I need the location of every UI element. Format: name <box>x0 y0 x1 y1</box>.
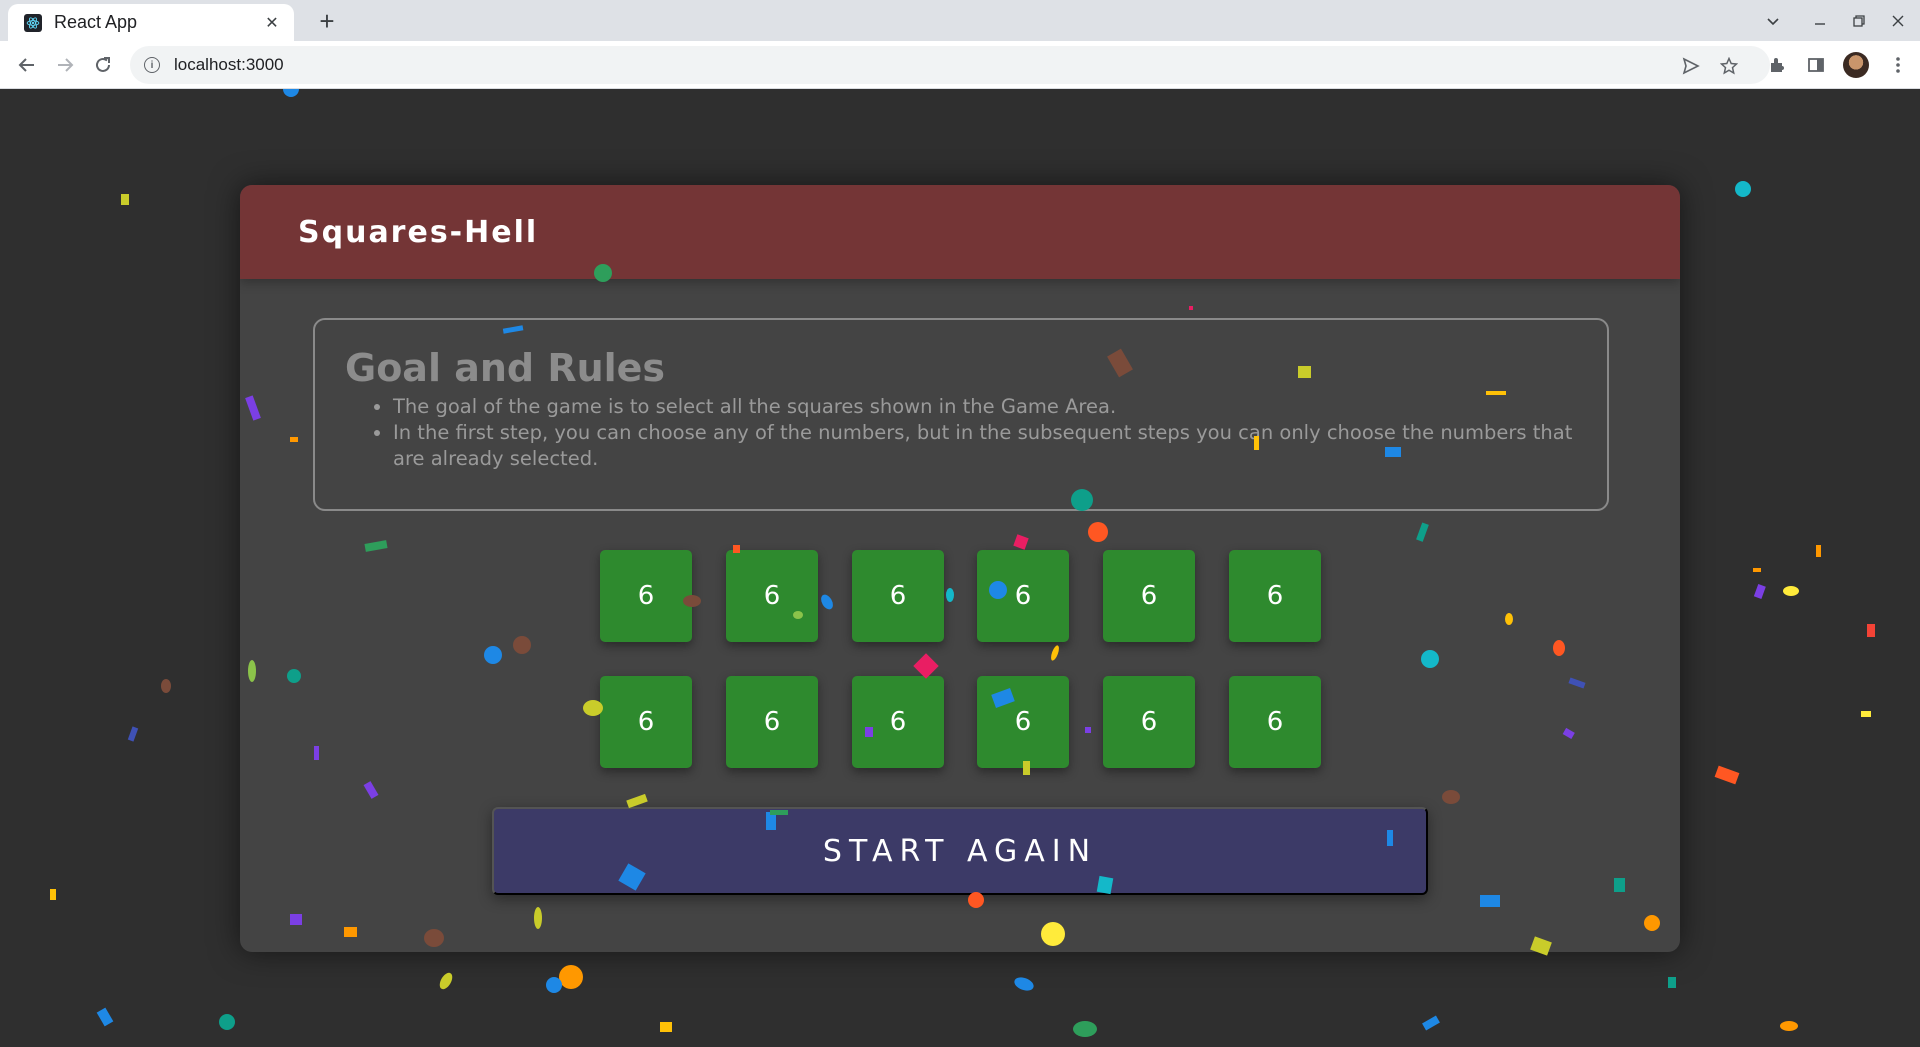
site-info-icon[interactable]: i <box>144 57 160 73</box>
square-cell[interactable]: 6 <box>1103 676 1195 768</box>
app-header: Squares-Hell <box>240 185 1680 279</box>
rules-panel: Goal and Rules The goal of the game is t… <box>313 318 1609 511</box>
reload-icon[interactable] <box>88 50 118 80</box>
profile-avatar[interactable] <box>1843 52 1869 78</box>
square-cell[interactable]: 6 <box>977 550 1069 642</box>
tab-title: React App <box>54 12 138 32</box>
tab-close-icon[interactable]: ✕ <box>262 13 282 32</box>
square-cell[interactable]: 6 <box>726 676 818 768</box>
forward-icon[interactable] <box>50 50 80 80</box>
extensions-icon[interactable] <box>1762 50 1792 80</box>
browser-toolbar: i localhost:3000 <box>0 41 1920 89</box>
start-again-button[interactable]: START AGAIN <box>492 807 1428 895</box>
tab-strip: React App ✕ + <box>0 0 1920 41</box>
square-cell[interactable]: 6 <box>1229 550 1321 642</box>
address-bar[interactable]: i localhost:3000 <box>130 46 1770 84</box>
react-favicon-icon <box>24 13 42 32</box>
square-cell[interactable]: 6 <box>1229 676 1321 768</box>
close-window-icon[interactable] <box>1883 6 1913 36</box>
square-cell[interactable]: 6 <box>852 676 944 768</box>
square-cell[interactable]: 6 <box>600 550 692 642</box>
square-cell[interactable]: 6 <box>726 550 818 642</box>
square-cell[interactable]: 6 <box>600 676 692 768</box>
square-cell[interactable]: 6 <box>977 676 1069 768</box>
bookmark-star-icon[interactable] <box>1714 51 1744 81</box>
side-panel-icon[interactable] <box>1801 50 1831 80</box>
rule-item: In the first step, you can choose any of… <box>393 420 1577 472</box>
browser-tab[interactable]: React App ✕ <box>8 4 294 41</box>
game-card: Squares-Hell Goal and Rules The goal of … <box>240 185 1680 952</box>
rules-list: The goal of the game is to select all th… <box>345 394 1577 472</box>
tab-search-icon[interactable] <box>1758 6 1788 36</box>
restore-icon[interactable] <box>1844 6 1874 36</box>
rule-item: The goal of the game is to select all th… <box>393 394 1577 420</box>
app-title: Squares-Hell <box>298 214 539 250</box>
page-viewport: Squares-Hell Goal and Rules The goal of … <box>0 89 1920 1047</box>
rules-title: Goal and Rules <box>345 346 666 390</box>
back-icon[interactable] <box>12 50 42 80</box>
square-cell[interactable]: 6 <box>852 550 944 642</box>
send-icon[interactable] <box>1676 51 1706 81</box>
new-tab-button[interactable]: + <box>312 6 342 36</box>
minimize-icon[interactable] <box>1805 6 1835 36</box>
square-cell[interactable]: 6 <box>1103 550 1195 642</box>
url-text[interactable]: localhost:3000 <box>174 55 284 75</box>
more-menu-icon[interactable] <box>1883 50 1913 80</box>
